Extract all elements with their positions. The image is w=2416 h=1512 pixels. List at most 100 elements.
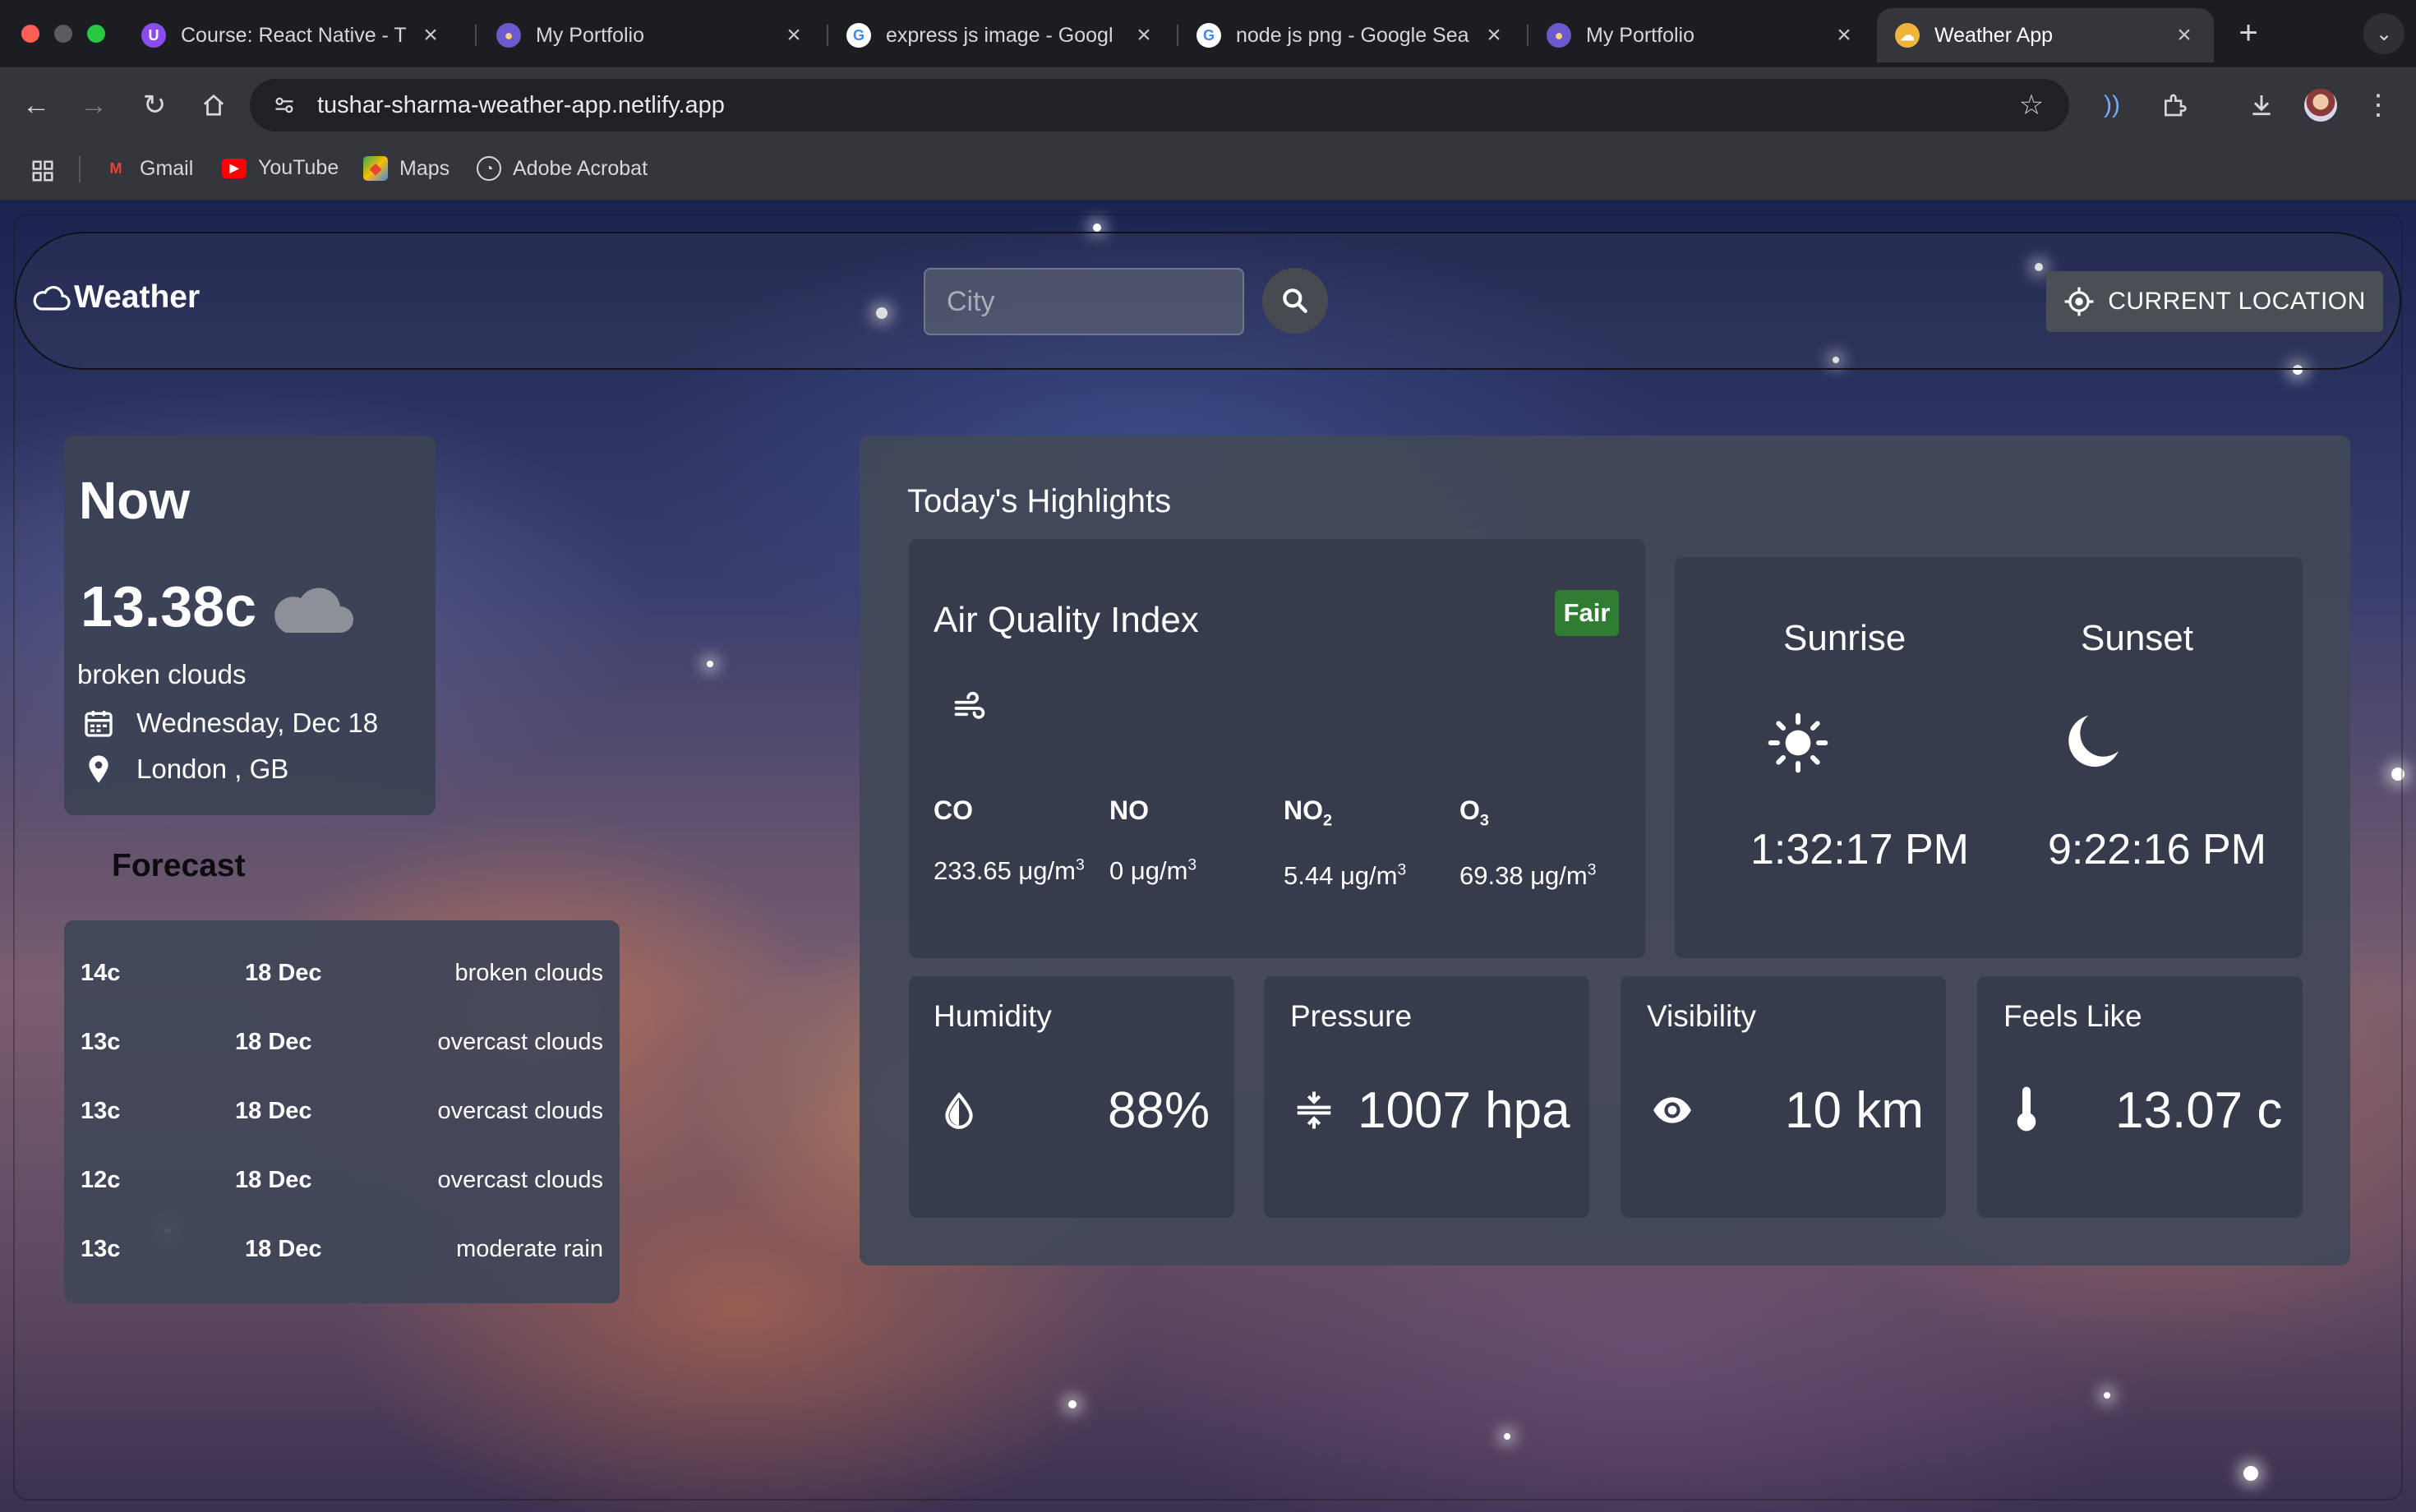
city-search-input[interactable]	[924, 268, 1244, 335]
browser-tab[interactable]: G node js png - Google Sea ×	[1178, 8, 1524, 62]
aqi-o3-label: O3	[1459, 795, 1489, 830]
current-date-row: Wednesday, Dec 18	[82, 707, 378, 740]
browser-tab[interactable]: ● My Portfolio ×	[478, 8, 823, 62]
close-tab-icon[interactable]: ×	[1132, 21, 1155, 49]
aqi-no2-value: 5.44 μg/m3	[1284, 861, 1406, 891]
download-icon[interactable]	[2242, 85, 2281, 125]
bookmark-youtube[interactable]: ▶ YouTube	[222, 156, 339, 180]
bookmark-star-icon[interactable]: ☆	[2012, 85, 2051, 125]
close-tab-icon[interactable]: ×	[782, 21, 805, 49]
close-tab-icon[interactable]: ×	[1482, 21, 1505, 49]
forecast-title: Forecast	[112, 848, 246, 883]
current-location-row: London , GB	[82, 753, 288, 786]
acrobat-icon: ◔	[477, 156, 501, 181]
visibility-icon	[1653, 1097, 1691, 1123]
aqi-no-base: NO	[1109, 795, 1149, 825]
moon-icon	[2068, 715, 2119, 768]
my-location-icon	[2064, 287, 2094, 316]
search-icon	[1283, 288, 1307, 313]
aqi-co-base: CO	[934, 795, 973, 825]
bookmark-label: Gmail	[140, 156, 194, 180]
feels-like-value: 13.07 c	[2115, 1082, 2283, 1139]
forecast-row: 13c 18 Dec moderate rain	[81, 1236, 603, 1269]
forecast-row: 12c 18 Dec overcast clouds	[81, 1167, 603, 1200]
search-button[interactable]	[1262, 268, 1328, 334]
current-location: London , GB	[136, 754, 289, 784]
wind-icon	[954, 691, 985, 719]
forecast-row: 13c 18 Dec overcast clouds	[81, 1098, 603, 1131]
aqi-co-label: CO	[934, 795, 973, 826]
tab-search-icon[interactable]: ⌄	[2363, 13, 2404, 54]
browser-tab[interactable]: U Course: React Native - Th ×	[123, 8, 460, 62]
maximize-window-button[interactable]	[87, 25, 105, 43]
tab-title: Course: React Native - Th	[181, 23, 408, 47]
bookmark-label: Maps	[399, 156, 450, 180]
bookmarks-bar	[0, 143, 2416, 201]
tab-title: My Portfolio	[1586, 23, 1694, 47]
aqi-no2-base: NO	[1284, 795, 1323, 825]
url-text[interactable]: tushar-sharma-weather-app.netlify.app	[317, 92, 725, 119]
bookmark-gmail[interactable]: M Gmail	[104, 156, 194, 181]
apps-grid-icon[interactable]	[23, 151, 62, 191]
aqi-no-label: NO	[1109, 795, 1149, 826]
location-pin-icon	[89, 755, 108, 783]
maps-icon: ◆	[363, 156, 388, 181]
reload-icon[interactable]: ↻	[135, 85, 174, 125]
bookmark-maps[interactable]: ◆ Maps	[363, 156, 450, 181]
new-tab-icon[interactable]: +	[2229, 13, 2268, 53]
forecast-temp: 12c	[81, 1167, 121, 1193]
weather-app-page: Weather CURRENT LOCATION Now 13.38c brok…	[0, 201, 2416, 1512]
aqi-o3-sub: 3	[1479, 811, 1489, 830]
google-icon: G	[1196, 23, 1221, 48]
extensions-icon[interactable]	[2155, 85, 2194, 125]
menu-icon[interactable]: ⋮	[2358, 85, 2398, 125]
portfolio-icon: ●	[496, 23, 521, 48]
sunset-time: 9:22:16 PM	[2048, 826, 2266, 874]
forecast-temp: 13c	[81, 1029, 121, 1055]
aqi-unit-exponent: 3	[1397, 861, 1407, 879]
current-date: Wednesday, Dec 18	[136, 708, 379, 738]
browser-tab[interactable]: ● My Portfolio ×	[1528, 8, 1874, 62]
humidity-icon	[945, 1092, 973, 1129]
bookmark-label: YouTube	[258, 156, 339, 179]
app-brand[interactable]: Weather	[31, 279, 200, 316]
browser-tab[interactable]: G express js image - Googl ×	[828, 8, 1173, 62]
aqi-value-text: 233.65 μg/m	[934, 856, 1076, 885]
now-title: Now	[79, 471, 191, 530]
close-tab-icon[interactable]: ×	[1833, 21, 1856, 49]
forward-icon[interactable]: →	[74, 85, 113, 125]
course-icon: U	[141, 23, 166, 48]
forecast-temp: 14c	[81, 960, 121, 986]
forecast-description: moderate rain	[456, 1236, 603, 1262]
forecast-description: broken clouds	[454, 960, 603, 986]
bookmark-adobe-acrobat[interactable]: ◔ Adobe Acrobat	[477, 156, 648, 181]
close-tab-icon[interactable]: ×	[2173, 21, 2196, 49]
minimize-window-button[interactable]	[54, 25, 72, 43]
forecast-date: 18 Dec	[235, 1098, 312, 1124]
site-info-icon[interactable]	[265, 85, 304, 125]
close-tab-icon[interactable]: ×	[419, 21, 442, 49]
current-location-button[interactable]: CURRENT LOCATION	[2046, 271, 2383, 332]
feels-like-label: Feels Like	[2003, 999, 2142, 1033]
avatar[interactable]	[2301, 85, 2340, 125]
aqi-no-value: 0 μg/m3	[1109, 856, 1196, 886]
media-cast-icon[interactable]: ))	[2092, 85, 2132, 125]
sunrise-time: 1:32:17 PM	[1750, 826, 1969, 874]
close-window-button[interactable]	[21, 25, 39, 43]
gmail-icon: M	[109, 159, 122, 177]
forecast-date: 18 Dec	[245, 960, 322, 986]
forecast-temp: 13c	[81, 1236, 121, 1262]
back-icon[interactable]: ←	[16, 85, 56, 125]
visibility-label: Visibility	[1647, 999, 1756, 1033]
home-icon[interactable]	[194, 85, 233, 125]
forecast-date: 18 Dec	[235, 1167, 312, 1193]
current-temperature: 13.38c	[81, 574, 257, 638]
aqi-o3-base: O	[1459, 795, 1480, 825]
current-description: broken clouds	[77, 659, 247, 689]
tab-title: My Portfolio	[536, 23, 644, 47]
forecast-row: 13c 18 Dec overcast clouds	[81, 1029, 603, 1062]
youtube-icon: ▶	[222, 158, 247, 178]
browser-tab-active[interactable]: ☁ Weather App ×	[1877, 8, 2214, 62]
forecast-temp: 13c	[81, 1098, 121, 1124]
humidity-value: 88%	[1108, 1082, 1210, 1139]
